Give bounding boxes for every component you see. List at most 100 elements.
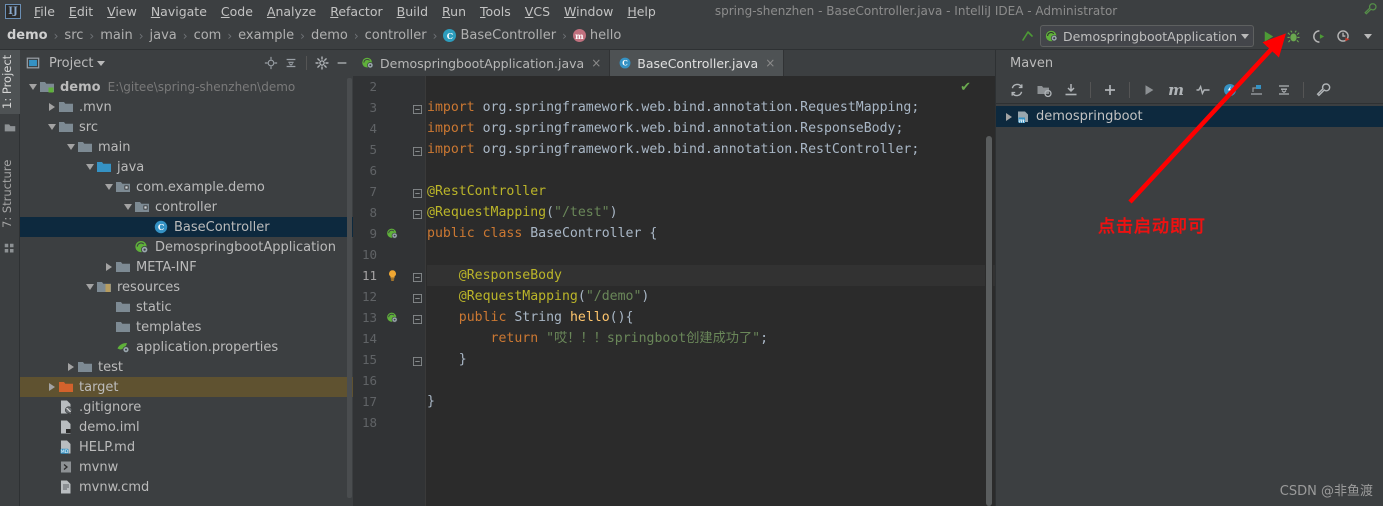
chevron-down-icon[interactable]: [121, 197, 134, 217]
menu-item-analyze[interactable]: Analyze: [260, 2, 323, 21]
code-line-18[interactable]: [427, 412, 995, 433]
add-maven-project-icon[interactable]: [1099, 79, 1121, 101]
breadcrumb-item-basecontroller[interactable]: C BaseController: [443, 28, 556, 43]
project-tree[interactable]: demo E:\gitee\spring-shenzhen\demo .mvn src…: [20, 76, 353, 506]
editor-tab-demospringbootapplication-java[interactable]: DemospringbootApplication.java ×: [353, 50, 611, 76]
chevron-down-icon[interactable]: [26, 77, 39, 97]
debug-button[interactable]: [1282, 25, 1304, 47]
chevron-right-icon[interactable]: [45, 377, 58, 397]
breadcrumb-item-src[interactable]: src: [64, 28, 83, 43]
code-line-3[interactable]: import org.springframework.web.bind.anno…: [427, 97, 995, 118]
menu-item-build[interactable]: Build: [390, 2, 435, 21]
toggle-skip-tests-icon[interactable]: [1219, 79, 1241, 101]
tree-node-com-example-demo[interactable]: com.example.demo: [20, 177, 353, 197]
code-line-16[interactable]: [427, 370, 995, 391]
code-lines[interactable]: import org.springframework.web.bind.anno…: [425, 76, 995, 506]
fold-close-icon[interactable]: [413, 355, 422, 366]
menu-item-code[interactable]: Code: [214, 2, 260, 21]
toggle-offline-icon[interactable]: [1192, 79, 1214, 101]
maven-tree[interactable]: m demospringboot: [996, 104, 1383, 127]
menu-item-edit[interactable]: Edit: [62, 2, 100, 21]
locate-icon[interactable]: [264, 56, 278, 70]
code-line-4[interactable]: import org.springframework.web.bind.anno…: [427, 118, 995, 139]
run-configuration-selector[interactable]: DemospringbootApplication: [1039, 25, 1254, 47]
tree-node--gitignore[interactable]: .gitignore: [20, 397, 353, 417]
breadcrumb-item-controller[interactable]: controller: [365, 28, 427, 43]
tree-node-basecontroller[interactable]: C BaseController: [20, 217, 353, 237]
breadcrumb-item-java[interactable]: java: [150, 28, 177, 43]
tree-node-src[interactable]: src: [20, 117, 353, 137]
fold-close-icon[interactable]: [413, 208, 422, 219]
collapse-all-icon[interactable]: [284, 56, 298, 70]
editor-tab-basecontroller-java[interactable]: C BaseController.java ×: [610, 50, 785, 76]
favorites-icon[interactable]: [3, 120, 17, 134]
breadcrumb-item-main[interactable]: main: [100, 28, 132, 43]
fold-open-icon[interactable]: [413, 271, 422, 282]
chevron-down-icon[interactable]: [83, 157, 96, 177]
menu-item-view[interactable]: View: [100, 2, 144, 21]
code-line-8[interactable]: @RequestMapping("/test"): [427, 202, 995, 223]
tree-node--mvn[interactable]: .mvn: [20, 97, 353, 117]
chevron-right-icon[interactable]: [45, 97, 58, 117]
tree-node-static[interactable]: static: [20, 297, 353, 317]
minimize-icon[interactable]: [335, 56, 349, 70]
tree-node-meta-inf[interactable]: META-INF: [20, 257, 353, 277]
code-line-11[interactable]: @ResponseBody: [427, 265, 995, 286]
tree-node-demo-iml[interactable]: demo.iml: [20, 417, 353, 437]
chevron-down-icon[interactable]: [45, 117, 58, 137]
chevron-down-icon[interactable]: [1241, 33, 1249, 39]
run-with-coverage-button[interactable]: [1307, 25, 1329, 47]
tree-node-application-properties[interactable]: application.properties: [20, 337, 353, 357]
menu-item-help[interactable]: Help: [620, 2, 663, 21]
collapse-all-icon[interactable]: [1273, 79, 1295, 101]
tree-node-help-md[interactable]: MD HELP.md: [20, 437, 353, 457]
menu-item-tools[interactable]: Tools: [473, 2, 518, 21]
code-line-12[interactable]: @RequestMapping("/demo"): [427, 286, 995, 307]
breadcrumb-item-demo[interactable]: demo: [311, 28, 348, 43]
tree-node-resources[interactable]: resources: [20, 277, 353, 297]
breadcrumb-item-com[interactable]: com: [194, 28, 222, 43]
fold-open-icon[interactable]: [413, 313, 422, 324]
tree-node-mvnw-cmd[interactable]: mvnw.cmd: [20, 477, 353, 497]
tree-node-demo[interactable]: demo E:\gitee\spring-shenzhen\demo: [20, 77, 353, 97]
generate-sources-icon[interactable]: [1033, 79, 1055, 101]
menu-item-window[interactable]: Window: [557, 2, 620, 21]
maven-node-demospringboot[interactable]: m demospringboot: [996, 106, 1383, 127]
lightbulb-icon[interactable]: [386, 269, 399, 282]
project-scrollbar[interactable]: [347, 78, 352, 498]
gear-icon[interactable]: [315, 56, 329, 70]
code-line-10[interactable]: [427, 244, 995, 265]
fold-close-icon[interactable]: [413, 292, 422, 303]
show-dependencies-icon[interactable]: [1246, 79, 1268, 101]
tree-node-controller[interactable]: controller: [20, 197, 353, 217]
run-maven-build-icon[interactable]: [1138, 79, 1160, 101]
tree-node-java[interactable]: java: [20, 157, 353, 177]
tree-node-main[interactable]: main: [20, 137, 353, 157]
chevron-down-icon[interactable]: [97, 60, 106, 66]
code-line-9[interactable]: public class BaseController {: [427, 223, 995, 244]
fold-close-icon[interactable]: [413, 145, 422, 156]
tree-node-demospringbootapplication[interactable]: DemospringbootApplication: [20, 237, 353, 257]
profile-button[interactable]: [1332, 25, 1354, 47]
code-line-15[interactable]: }: [427, 349, 995, 370]
reimport-icon[interactable]: [1006, 79, 1028, 101]
code-line-5[interactable]: import org.springframework.web.bind.anno…: [427, 139, 995, 160]
code-line-14[interactable]: return "哎！！！springboot创建成功了";: [427, 328, 995, 349]
breadcrumb-item-demo[interactable]: demo: [7, 28, 48, 43]
menu-item-vcs[interactable]: VCS: [518, 2, 557, 21]
wrench-icon[interactable]: [1363, 2, 1377, 16]
chevron-right-icon[interactable]: [1002, 107, 1015, 127]
checkmark-icon[interactable]: ✔: [960, 80, 971, 95]
updown-arrow-icon[interactable]: [1019, 27, 1037, 45]
chevron-right-icon[interactable]: [102, 257, 115, 277]
tree-node-target[interactable]: target: [20, 377, 353, 397]
tree-node-mvnw[interactable]: mvnw: [20, 457, 353, 477]
menu-item-navigate[interactable]: Navigate: [144, 2, 214, 21]
fold-open-icon[interactable]: [413, 187, 422, 198]
chevron-down-icon[interactable]: [64, 137, 77, 157]
code-line-13[interactable]: public String hello(){: [427, 307, 995, 328]
menu-item-file[interactable]: File: [27, 2, 62, 21]
tree-node-templates[interactable]: templates: [20, 317, 353, 337]
code-editor[interactable]: 2 3 4 5 6 7 8 9 10 11 12 13 14 15 16 17 18 import org.sp…: [353, 76, 995, 506]
more-run-options-icon[interactable]: [1357, 25, 1379, 47]
